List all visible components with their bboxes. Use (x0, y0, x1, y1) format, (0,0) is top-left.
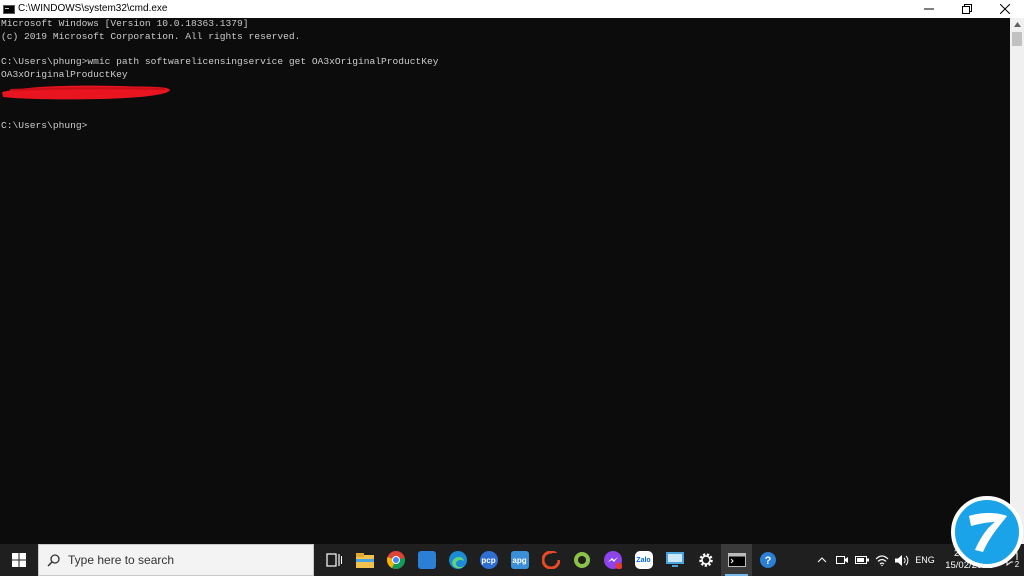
help-icon: ? (759, 552, 776, 568)
volume-icon (895, 554, 909, 566)
green-app-button[interactable] (566, 544, 597, 576)
wifi-icon (875, 554, 889, 566)
minimize-button[interactable] (910, 0, 948, 18)
messenger-icon (603, 551, 622, 569)
windows-logo-icon (12, 553, 26, 567)
watermark-logo (951, 496, 1023, 568)
redaction-mark (2, 85, 170, 100)
settings-button[interactable] (690, 544, 721, 576)
file-explorer-button[interactable] (349, 544, 380, 576)
cmd-icon (727, 553, 746, 567)
scroll-up-arrow-icon[interactable] (1010, 18, 1024, 30)
chrome-button[interactable] (380, 544, 411, 576)
taskbar-search-box[interactable]: Type here to search (38, 544, 314, 576)
cmd-window-icon[interactable] (3, 4, 15, 14)
green-app-icon (573, 552, 590, 568)
messenger-button[interactable] (597, 544, 628, 576)
tray-volume-button[interactable] (892, 544, 912, 576)
file-explorer-icon (355, 552, 374, 568)
ccleaner-button[interactable] (535, 544, 566, 576)
console-line: Microsoft Windows [Version 10.0.18363.13… (1, 18, 249, 29)
app-apg-icon: apg (510, 551, 529, 569)
tray-meet-button[interactable] (832, 544, 852, 576)
svg-text:?: ? (764, 555, 771, 567)
edge-button[interactable] (442, 544, 473, 576)
console-prompt: C:\Users\phung> (1, 120, 88, 132)
input-language-indicator[interactable]: ENG (912, 544, 938, 576)
edge-icon (448, 551, 467, 569)
task-view-icon (325, 553, 342, 567)
photos-button[interactable] (411, 544, 442, 576)
window-title: C:\WINDOWS\system32\cmd.exe (18, 3, 168, 14)
close-icon (1000, 4, 1010, 14)
number-seven-logo-icon (969, 513, 1007, 552)
settings-icon (698, 553, 713, 567)
help-button[interactable]: ? (752, 544, 783, 576)
monitor-app-button[interactable] (659, 544, 690, 576)
zalo-icon: Zalo (634, 551, 653, 569)
apg-app-button[interactable]: apg (504, 544, 535, 576)
battery-icon (855, 556, 869, 564)
pdf-app-button[interactable]: pcp (473, 544, 504, 576)
ccleaner-icon (541, 551, 560, 569)
show-hidden-icons-button[interactable] (812, 544, 832, 576)
cmd-taskbar-button[interactable] (721, 544, 752, 576)
pinned-apps: pcp apg Zalo ? (318, 544, 783, 576)
chrome-icon (386, 551, 405, 569)
scrollbar-thumb[interactable] (1012, 32, 1022, 46)
search-placeholder: Type here to search (68, 553, 175, 567)
restore-button[interactable] (948, 0, 986, 18)
zalo-button[interactable]: Zalo (628, 544, 659, 576)
taskbar: Type here to search pcp apg Zalo ? ENG 1… (0, 544, 1024, 576)
console-line: (c) 2019 Microsoft Corporation. All righ… (1, 30, 301, 42)
vertical-scrollbar[interactable] (1010, 18, 1024, 544)
pdf-app-icon: pcp (479, 551, 498, 569)
minimize-icon (924, 8, 934, 10)
title-bar[interactable]: C:\WINDOWS\system32\cmd.exe (0, 0, 1024, 18)
tray-wifi-button[interactable] (872, 544, 892, 576)
console-line: C:\Users\phung>wmic path softwarelicensi… (1, 56, 439, 68)
window-controls (910, 0, 1024, 18)
close-button[interactable] (986, 0, 1024, 18)
chevron-up-icon (817, 557, 827, 563)
start-button[interactable] (0, 544, 38, 576)
search-icon (47, 553, 60, 567)
tray-battery-button[interactable] (852, 544, 872, 576)
notification-count: 2 (1012, 560, 1022, 570)
restore-icon (962, 4, 972, 14)
photos-icon (417, 551, 436, 569)
task-view-button[interactable] (318, 544, 349, 576)
monitor-app-icon (665, 552, 684, 567)
camera-icon (836, 556, 848, 564)
